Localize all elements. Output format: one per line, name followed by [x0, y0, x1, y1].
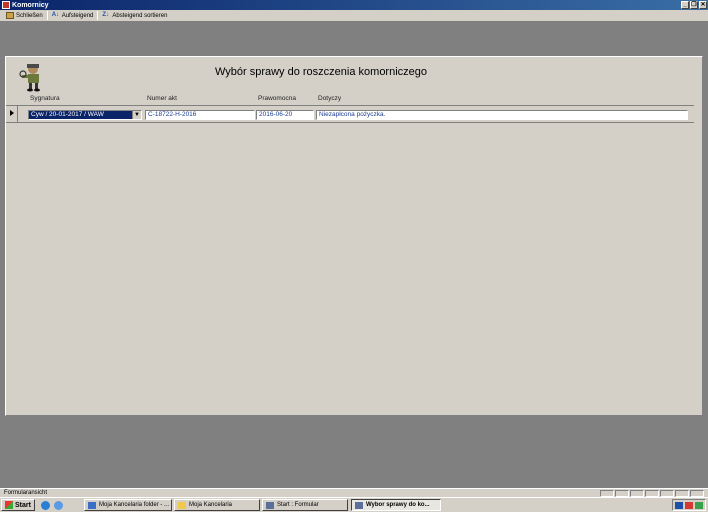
dropdown-arrow-icon[interactable]: ▼	[132, 111, 141, 119]
window-title: Komornicy	[12, 1, 49, 9]
sygnatura-value: Cyw / 20-01-2017 / WAW	[29, 111, 132, 119]
app-icon	[2, 1, 10, 9]
browser-icon[interactable]	[53, 500, 63, 510]
toolbar-separator	[97, 11, 99, 20]
folder-icon	[178, 501, 186, 509]
task-label: Wybor sprawy do ko...	[366, 502, 430, 508]
task-label: Moja Kancelaria folder - ...	[99, 502, 170, 508]
status-bar: Formularansicht	[0, 488, 708, 497]
start-button[interactable]: Start	[1, 499, 35, 511]
minimize-button[interactable]: _	[681, 1, 689, 9]
taskbar-item-active[interactable]: Wybor sprawy do ko...	[351, 499, 441, 511]
window-icon	[88, 501, 96, 509]
sort-desc-icon: Z↓	[102, 12, 110, 18]
prawomocna-field[interactable]: 2016-06-20	[256, 110, 314, 120]
sort-ascending-label: Aufsteigend	[61, 12, 94, 19]
window-controls: _ ❐ ✕	[681, 1, 707, 9]
browser-icon[interactable]	[40, 500, 50, 510]
close-button[interactable]: Schließen	[3, 11, 46, 21]
taskbar-item-folder[interactable]: Moja Kancelaria folder - ...	[84, 499, 172, 511]
sort-ascending-button[interactable]: A↓ Aufsteigend	[49, 11, 97, 21]
close-window-button[interactable]: ✕	[699, 1, 707, 9]
close-folder-icon	[6, 12, 14, 19]
column-header-dotyczy: Dotyczy	[318, 95, 342, 102]
task-label: Start : Formular	[277, 502, 319, 508]
taskbar: Start Moja Kancelaria folder - ... Moja …	[0, 497, 708, 512]
status-text: Formularansicht	[4, 490, 48, 496]
toolbar: Schließen A↓ Aufsteigend Z↓ Absteigend s…	[0, 10, 708, 22]
mascot-icon	[19, 64, 40, 92]
case-selection-form: Wybór sprawy do roszczenia komorniczego …	[5, 56, 703, 416]
taskbar-item-kancelaria[interactable]: Moja Kancelaria	[174, 499, 260, 511]
numer-akt-field[interactable]: C-18722-H-2016	[145, 110, 255, 120]
task-label: Moja Kancelaria	[189, 502, 233, 508]
system-tray	[672, 499, 706, 511]
language-icon[interactable]	[675, 501, 683, 509]
record-selector-icon[interactable]	[6, 106, 18, 122]
title-bar: Komornicy _ ❐ ✕	[0, 0, 708, 10]
column-header-numer-akt: Numer akt	[147, 95, 177, 102]
start-label: Start	[15, 501, 31, 509]
sort-descending-label: Absteigend sortieren	[112, 12, 168, 19]
column-header-sygnatura: Sygnatura	[30, 95, 60, 102]
dotyczy-field[interactable]: Niezapłcona pożyczka.	[316, 110, 688, 120]
network-icon[interactable]	[695, 501, 703, 509]
column-header-prawomocna: Prawomocna	[258, 95, 296, 102]
toolbar-separator	[46, 11, 48, 20]
sort-descending-button[interactable]: Z↓ Absteigend sortieren	[99, 11, 170, 21]
taskbar-item-start-formular[interactable]: Start : Formular	[262, 499, 348, 511]
close-label: Schließen	[16, 12, 43, 19]
restore-button[interactable]: ❐	[690, 1, 698, 9]
quick-launch	[40, 500, 63, 510]
windows-flag-icon	[5, 501, 13, 509]
status-indicators	[600, 490, 704, 497]
form-icon	[266, 501, 274, 509]
volume-icon[interactable]	[685, 501, 693, 509]
table-row: Cyw / 20-01-2017 / WAW ▼ C-18722-H-2016 …	[6, 105, 694, 123]
sygnatura-combobox[interactable]: Cyw / 20-01-2017 / WAW ▼	[28, 110, 142, 120]
sort-asc-icon: A↓	[51, 12, 60, 18]
form-icon	[355, 501, 363, 509]
form-title: Wybór sprawy do roszczenia komorniczego	[214, 66, 428, 78]
